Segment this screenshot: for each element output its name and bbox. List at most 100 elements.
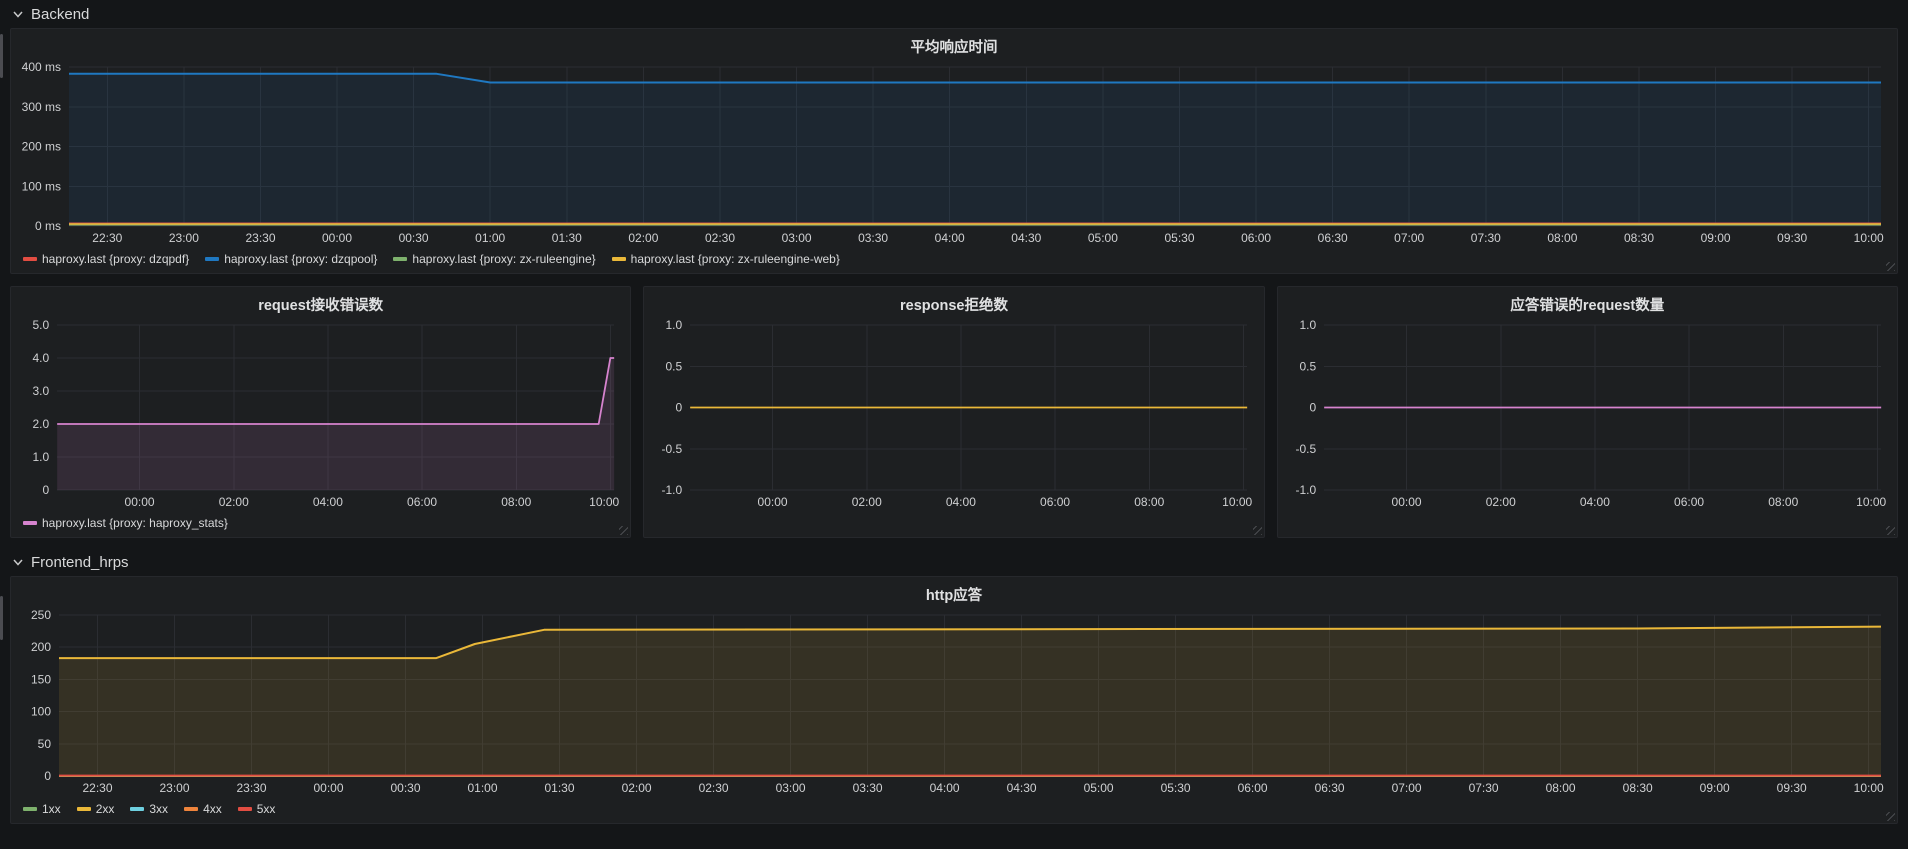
svg-text:23:30: 23:30: [245, 231, 275, 245]
svg-text:01:00: 01:00: [475, 231, 505, 245]
svg-text:00:00: 00:00: [758, 495, 788, 509]
scrollbar-thumb[interactable]: [0, 34, 3, 78]
svg-text:1.0: 1.0: [32, 450, 49, 464]
svg-text:07:30: 07:30: [1469, 781, 1499, 795]
svg-text:02:30: 02:30: [705, 231, 735, 245]
svg-text:0: 0: [42, 483, 49, 497]
row-header-backend[interactable]: Backend: [10, 2, 1898, 28]
svg-text:04:00: 04:00: [313, 495, 343, 509]
svg-text:06:00: 06:00: [1238, 781, 1268, 795]
chart-area: 22:30 23:00 23:30 00:00 00:30 01:00 01:30 02:00…: [11, 59, 1897, 248]
svg-text:0: 0: [1309, 401, 1316, 415]
svg-text:2.0: 2.0: [32, 417, 49, 431]
series-color-icon: [130, 806, 145, 811]
svg-text:05:00: 05:00: [1084, 781, 1114, 795]
panel-title[interactable]: 应答错误的request数量: [1278, 287, 1897, 317]
svg-text:08:00: 08:00: [1546, 781, 1576, 795]
legend-item[interactable]: haproxy.last {proxy: haproxy_stats}: [23, 516, 228, 530]
svg-text:1.0: 1.0: [666, 318, 683, 332]
svg-text:07:00: 07:00: [1392, 781, 1422, 795]
row-header-frontend-hrps[interactable]: Frontend_hrps: [10, 550, 1898, 576]
svg-text:01:30: 01:30: [552, 231, 582, 245]
svg-text:23:30: 23:30: [236, 781, 266, 795]
time-series-chart[interactable]: 22:30 23:00 23:30 00:00 00:30 01:00 01:30 02:00…: [17, 59, 1891, 248]
svg-text:00:00: 00:00: [125, 495, 155, 509]
chevron-down-icon: [12, 8, 24, 20]
svg-text:150: 150: [31, 672, 51, 686]
legend-item[interactable]: haproxy.last {proxy: zx-ruleengine-web}: [611, 251, 840, 266]
svg-text:00:00: 00:00: [322, 231, 352, 245]
resize-handle-icon[interactable]: [619, 526, 629, 535]
time-series-chart[interactable]: 00:00 02:00 04:00 06:00 08:00 10:00 -1.0 -0.5 0 0…: [1284, 317, 1891, 512]
time-series-chart[interactable]: 22:30 23:00 23:30 00:00 00:30 01:00 01:30 02:00…: [17, 607, 1891, 798]
svg-text:08:30: 08:30: [1623, 781, 1653, 795]
legend-item[interactable]: 1xx: [23, 802, 61, 816]
legend: [1278, 512, 1897, 537]
svg-text:04:30: 04:30: [1011, 231, 1041, 245]
svg-text:01:30: 01:30: [544, 781, 574, 795]
series-color-icon: [205, 256, 220, 261]
legend-item[interactable]: haproxy.last {proxy: dzqpdf}: [23, 252, 189, 266]
legend: 1xx 2xx 3xx 4xx 5xx: [11, 798, 1897, 823]
svg-text:00:00: 00:00: [313, 781, 343, 795]
resize-handle-icon[interactable]: [1252, 526, 1262, 535]
resize-handle-icon[interactable]: [1886, 262, 1895, 271]
svg-text:0.5: 0.5: [666, 359, 683, 373]
panel-title[interactable]: http应答: [11, 577, 1897, 607]
svg-text:10:00: 10:00: [589, 495, 619, 509]
svg-text:10:00: 10:00: [1856, 495, 1886, 509]
svg-text:03:00: 03:00: [782, 231, 812, 245]
svg-text:09:00: 09:00: [1701, 231, 1731, 245]
legend-item[interactable]: haproxy.last {proxy: dzqpool}: [205, 252, 377, 266]
svg-text:400 ms: 400 ms: [22, 60, 61, 74]
svg-text:09:30: 09:30: [1777, 781, 1807, 795]
svg-text:200: 200: [31, 640, 51, 654]
svg-text:08:00: 08:00: [1547, 231, 1577, 245]
svg-text:23:00: 23:00: [169, 231, 199, 245]
legend-series-name: haproxy.last {proxy: dzqpdf}: [42, 251, 190, 266]
svg-text:1.0: 1.0: [1299, 318, 1316, 332]
svg-text:-0.5: -0.5: [662, 442, 683, 456]
svg-text:08:00: 08:00: [1768, 495, 1798, 509]
legend-item[interactable]: 4xx: [184, 802, 222, 816]
resize-handle-icon[interactable]: [1885, 526, 1895, 535]
legend-series-name: 1xx: [42, 801, 61, 816]
svg-text:05:30: 05:30: [1161, 781, 1191, 795]
legend-item[interactable]: 5xx: [237, 802, 275, 816]
legend-item[interactable]: 3xx: [130, 802, 168, 816]
time-series-chart[interactable]: 00:00 02:00 04:00 06:00 08:00 10:00 -1.0 -0.5 0 0…: [650, 317, 1257, 512]
svg-text:100 ms: 100 ms: [22, 179, 61, 193]
svg-text:0 ms: 0 ms: [35, 219, 61, 233]
svg-text:22:30: 22:30: [92, 231, 122, 245]
legend-series-name: haproxy.last {proxy: zx-ruleengine-web}: [630, 251, 840, 266]
series-color-icon: [23, 520, 37, 525]
legend-series-name: 3xx: [149, 801, 169, 816]
svg-text:250: 250: [31, 608, 51, 622]
legend-item[interactable]: 2xx: [76, 802, 114, 816]
svg-text:0: 0: [676, 401, 683, 415]
scrollbar-thumb[interactable]: [0, 596, 3, 640]
series-color-icon: [23, 806, 37, 811]
panel-request-receive-errors: request接收错误数 00:00 02:00 04:00 06:00 08:00 10…: [10, 286, 632, 538]
svg-text:08:00: 08:00: [501, 495, 531, 509]
series-color-icon: [23, 256, 37, 261]
series-color-icon: [76, 806, 91, 811]
svg-text:22:30: 22:30: [82, 781, 112, 795]
time-series-chart[interactable]: 00:00 02:00 04:00 06:00 08:00 10:00 0 1.0 2.0 3.0…: [17, 317, 624, 512]
panel-title[interactable]: response拒绝数: [644, 287, 1263, 317]
svg-text:06:00: 06:00: [407, 495, 437, 509]
legend-series-name: haproxy.last {proxy: dzqpool}: [224, 251, 378, 266]
svg-text:4.0: 4.0: [32, 351, 49, 365]
svg-text:07:00: 07:00: [1394, 231, 1424, 245]
resize-handle-icon[interactable]: [1886, 812, 1895, 821]
svg-text:04:30: 04:30: [1007, 781, 1037, 795]
legend-item[interactable]: haproxy.last {proxy: zx-ruleengine}: [393, 252, 596, 266]
panel-title[interactable]: 平均响应时间: [11, 29, 1897, 59]
svg-text:00:30: 00:30: [390, 781, 420, 795]
svg-text:06:30: 06:30: [1318, 231, 1348, 245]
svg-text:03:30: 03:30: [853, 781, 883, 795]
svg-text:02:30: 02:30: [699, 781, 729, 795]
svg-text:02:00: 02:00: [622, 781, 652, 795]
svg-text:300 ms: 300 ms: [22, 100, 61, 114]
panel-title[interactable]: request接收错误数: [11, 287, 630, 317]
